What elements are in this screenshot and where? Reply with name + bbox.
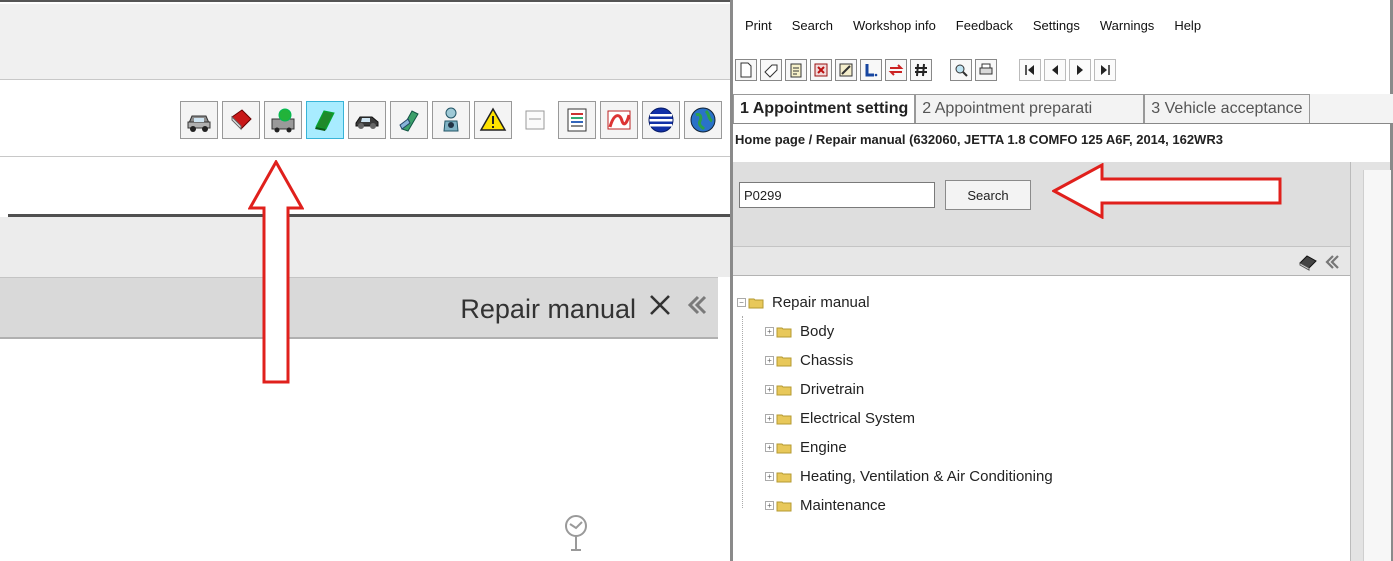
collapse-node-icon[interactable]: − xyxy=(737,298,746,307)
tree-item-chassis[interactable]: + Chassis xyxy=(737,346,1053,375)
folder-icon xyxy=(776,414,792,424)
tree-root-label: Repair manual xyxy=(772,294,870,311)
book-icon[interactable] xyxy=(222,101,260,139)
first-page-icon[interactable] xyxy=(1019,59,1041,81)
new-document-icon[interactable] xyxy=(735,59,757,81)
globe-icon[interactable] xyxy=(684,101,722,139)
menu-warnings[interactable]: Warnings xyxy=(1090,14,1164,38)
tab-appointment-setting[interactable]: 1 Appointment setting xyxy=(733,94,916,123)
tree-item-label: Drivetrain xyxy=(800,381,865,398)
tree-item-body[interactable]: + Body xyxy=(737,317,1053,346)
loading-icon xyxy=(565,515,587,551)
panel-band xyxy=(0,217,730,277)
network-icon[interactable] xyxy=(642,101,680,139)
expand-node-icon[interactable]: + xyxy=(765,327,774,336)
last-page-icon[interactable] xyxy=(1094,59,1116,81)
tree-item-label: Electrical System xyxy=(800,410,916,427)
car-icon[interactable] xyxy=(180,101,218,139)
checkbox-icon[interactable] xyxy=(516,101,554,139)
tag-icon[interactable] xyxy=(760,59,782,81)
expand-node-icon[interactable]: + xyxy=(765,356,774,365)
expand-node-icon[interactable]: + xyxy=(765,443,774,452)
tree-item-maintenance[interactable]: + Maintenance xyxy=(737,491,1053,520)
tools-icon[interactable] xyxy=(390,101,428,139)
menu-workshop-info[interactable]: Workshop info xyxy=(843,14,946,38)
vehicle-diagnostic-icon[interactable] xyxy=(264,101,302,139)
hash-icon[interactable] xyxy=(910,59,932,81)
list-icon[interactable] xyxy=(558,101,596,139)
tree-item-engine[interactable]: + Engine xyxy=(737,433,1053,462)
secondary-toolbar xyxy=(735,54,1116,86)
collapse-left-icon[interactable] xyxy=(686,294,708,316)
toolbar-icons xyxy=(180,101,722,139)
side-strip xyxy=(1350,162,1391,561)
find-icon[interactable] xyxy=(950,59,972,81)
tree-toolbar xyxy=(733,246,1350,276)
menu-bar: Print Search Workshop info Feedback Sett… xyxy=(733,14,1211,38)
tree-item-label: Chassis xyxy=(800,352,854,369)
text-icon[interactable] xyxy=(860,59,882,81)
breadcrumb: Home page / Repair manual (632060, JETTA… xyxy=(735,132,1223,147)
expand-node-icon[interactable]: + xyxy=(765,501,774,510)
tree-item-drivetrain[interactable]: + Drivetrain xyxy=(737,375,1053,404)
right-pane: Print Search Workshop info Feedback Sett… xyxy=(730,0,1393,561)
folder-icon xyxy=(776,443,792,453)
repair-manual-tree: − Repair manual + Body + Chassis + Drive… xyxy=(737,288,1053,520)
repair-manual-icon[interactable] xyxy=(306,101,344,139)
warning-icon[interactable] xyxy=(474,101,512,139)
tree-item-label: Body xyxy=(800,323,835,340)
search-input[interactable] xyxy=(739,182,935,208)
technician-icon[interactable] xyxy=(432,101,470,139)
repair-manual-header: Repair manual xyxy=(0,277,718,339)
left-pane: Repair manual xyxy=(0,0,730,561)
delete-icon[interactable] xyxy=(810,59,832,81)
edit-icon[interactable] xyxy=(835,59,857,81)
folder-icon xyxy=(776,385,792,395)
folder-icon xyxy=(776,327,792,337)
main-toolbar xyxy=(0,81,730,157)
menu-print[interactable]: Print xyxy=(733,14,782,38)
tree-item-label: Engine xyxy=(800,439,847,456)
tree-item-label: Maintenance xyxy=(800,497,886,514)
annotation-up-arrow xyxy=(248,160,304,384)
vehicle-side-icon[interactable] xyxy=(348,101,386,139)
tree-root[interactable]: − Repair manual xyxy=(737,288,1053,317)
notes-icon[interactable] xyxy=(785,59,807,81)
menu-search[interactable]: Search xyxy=(782,14,843,38)
menu-feedback[interactable]: Feedback xyxy=(946,14,1023,38)
next-page-icon[interactable] xyxy=(1069,59,1091,81)
tab-vehicle-acceptance[interactable]: 3 Vehicle acceptance xyxy=(1144,94,1310,123)
expand-node-icon[interactable]: + xyxy=(765,385,774,394)
folder-icon xyxy=(776,501,792,511)
expand-node-icon[interactable]: + xyxy=(765,414,774,423)
search-button[interactable]: Search xyxy=(945,180,1031,210)
menu-settings[interactable]: Settings xyxy=(1023,14,1090,38)
chart-icon[interactable] xyxy=(600,101,638,139)
top-bar xyxy=(0,4,730,80)
close-icon[interactable] xyxy=(647,292,673,318)
expand-node-icon[interactable]: + xyxy=(765,472,774,481)
tree-item-label: Heating, Ventilation & Air Conditioning xyxy=(800,468,1053,485)
manual-book-icon[interactable] xyxy=(1298,253,1318,271)
repair-manual-title: Repair manual xyxy=(460,294,636,324)
annotation-left-arrow xyxy=(1052,163,1282,219)
tree-item-hvac[interactable]: + Heating, Ventilation & Air Conditionin… xyxy=(737,462,1053,491)
collapse-left-icon[interactable] xyxy=(1324,254,1340,270)
side-strip-inner xyxy=(1363,170,1391,561)
folder-icon xyxy=(776,472,792,482)
print-icon[interactable] xyxy=(975,59,997,81)
process-tabs: 1 Appointment setting 2 Appointment prep… xyxy=(733,94,1393,124)
previous-page-icon[interactable] xyxy=(1044,59,1066,81)
tab-appointment-preparation[interactable]: 2 Appointment preparati xyxy=(915,94,1145,123)
menu-help[interactable]: Help xyxy=(1164,14,1211,38)
tree-item-electrical-system[interactable]: + Electrical System xyxy=(737,404,1053,433)
swap-icon[interactable] xyxy=(885,59,907,81)
folder-icon xyxy=(776,356,792,366)
open-folder-icon xyxy=(748,298,764,308)
